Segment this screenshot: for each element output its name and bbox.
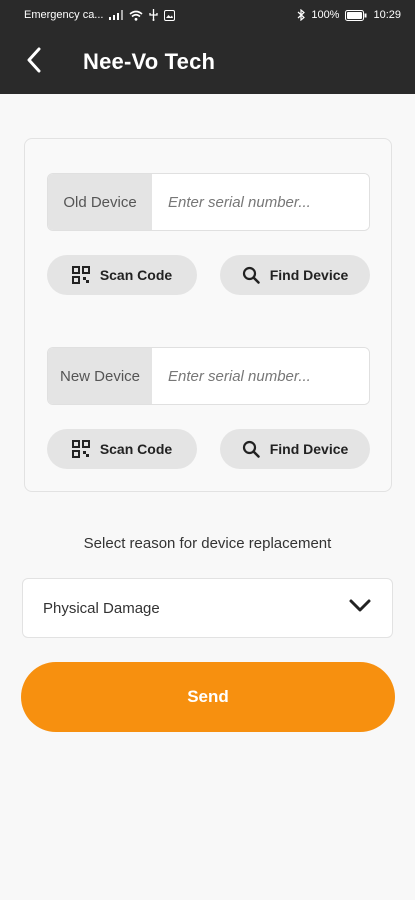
new-device-serial-input[interactable] <box>152 348 369 404</box>
device-card: Old Device Scan Code Find Device New Dev… <box>24 138 392 492</box>
old-device-label: Old Device <box>48 174 152 230</box>
image-icon <box>164 9 176 21</box>
status-bar: Emergency ca... 100% 10:29 <box>0 0 415 30</box>
chevron-down-icon <box>348 598 372 619</box>
search-icon <box>242 440 260 458</box>
find-device-label: Find Device <box>269 441 349 457</box>
bluetooth-icon <box>297 9 306 21</box>
new-device-scan-code-button[interactable]: Scan Code <box>47 429 197 469</box>
back-button[interactable] <box>14 42 54 82</box>
reason-selected-value: Physical Damage <box>43 599 160 617</box>
find-device-label: Find Device <box>269 267 349 283</box>
reason-dropdown[interactable]: Physical Damage <box>22 578 393 638</box>
status-right: 100% 10:29 <box>297 9 401 21</box>
old-device-find-device-button[interactable]: Find Device <box>220 255 370 295</box>
usb-icon <box>149 9 159 21</box>
new-device-label: New Device <box>48 348 152 404</box>
clock-text: 10:29 <box>373 9 401 21</box>
new-device-find-device-button[interactable]: Find Device <box>220 429 370 469</box>
qr-code-icon <box>71 266 90 284</box>
old-device-field: Old Device <box>47 173 370 231</box>
scan-code-label: Scan Code <box>99 441 173 457</box>
status-left: Emergency ca... <box>24 9 176 21</box>
reason-prompt: Select reason for device replacement <box>83 535 332 552</box>
chevron-left-icon <box>26 47 42 78</box>
wifi-icon <box>129 10 143 21</box>
carrier-text: Emergency ca... <box>24 9 104 21</box>
battery-icon <box>345 9 367 21</box>
qr-code-icon <box>71 440 90 458</box>
new-device-field: New Device <box>47 347 370 405</box>
old-device-scan-code-button[interactable]: Scan Code <box>47 255 197 295</box>
signal-icon <box>109 10 124 20</box>
page-title: Nee-Vo Tech <box>83 49 216 74</box>
scan-code-label: Scan Code <box>99 267 173 283</box>
app-bar: Nee-Vo Tech <box>0 30 415 94</box>
send-button[interactable]: Send <box>21 662 395 732</box>
old-device-serial-input[interactable] <box>152 174 369 230</box>
search-icon <box>242 266 260 284</box>
battery-percent: 100% <box>311 9 340 21</box>
